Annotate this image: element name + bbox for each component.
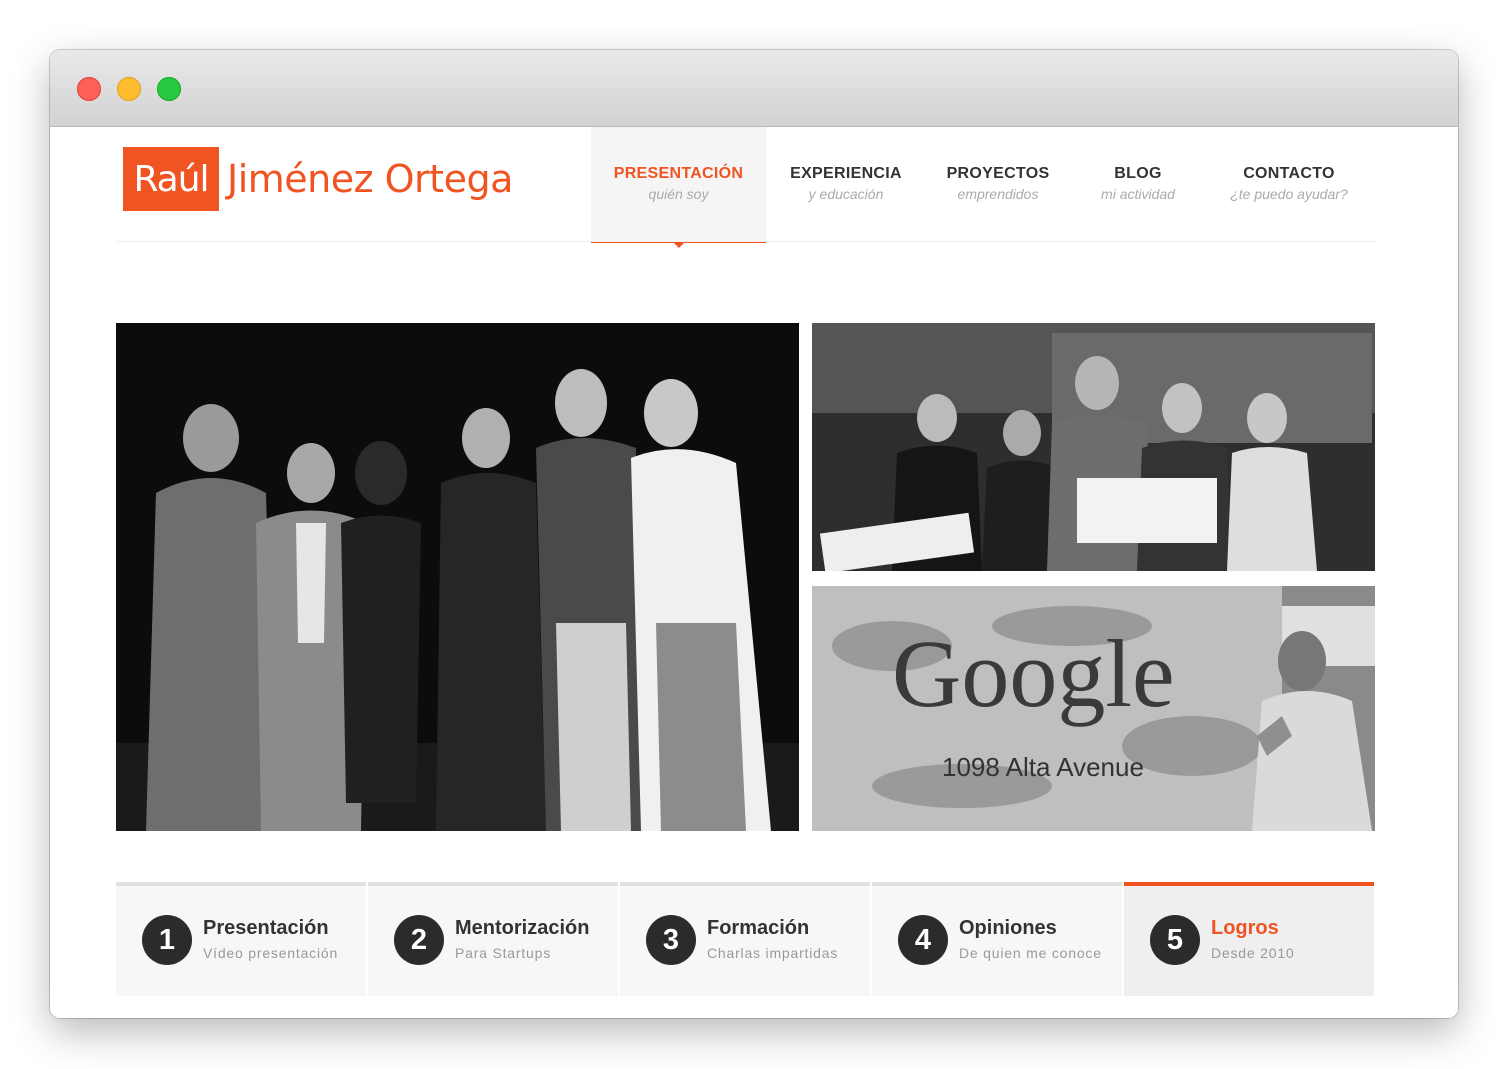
- tab-title: Opiniones: [959, 917, 1057, 939]
- tab-title: Logros: [1211, 917, 1279, 939]
- tab-title: Mentorización: [455, 917, 590, 939]
- nav-title: BLOG: [1114, 165, 1162, 182]
- google-sign-photo-image: Google 1098 Alta Avenue: [812, 586, 1375, 831]
- tab-subtitle: Desde 2010: [1211, 945, 1295, 961]
- close-dot[interactable]: [77, 77, 101, 101]
- nav-subtitle: mi actividad: [1101, 186, 1175, 202]
- site-logo[interactable]: Raúl Jiménez Ortega: [123, 147, 513, 211]
- nav-item-experiencia[interactable]: EXPERIENCIA y educación: [776, 127, 916, 241]
- tab-title: Presentación: [203, 917, 329, 939]
- tab-subtitle: Vídeo presentación: [203, 945, 339, 961]
- logo-surname: Jiménez Ortega: [227, 157, 513, 201]
- nav-title: EXPERIENCIA: [790, 165, 902, 182]
- nav-item-blog[interactable]: BLOG mi actividad: [1086, 127, 1190, 241]
- nav-title: PRESENTACIÓN: [613, 165, 744, 182]
- tab-subtitle: Para Startups: [455, 945, 551, 961]
- tab-subtitle: De quien me conoce: [959, 945, 1102, 961]
- tab-subtitle: Charlas impartidas: [707, 945, 839, 961]
- tab-presentacion[interactable]: 1 Presentación Vídeo presentación: [116, 882, 366, 996]
- page-content: Raúl Jiménez Ortega PRESENTACIÓN quién s…: [50, 127, 1458, 1018]
- browser-window: Raúl Jiménez Ortega PRESENTACIÓN quién s…: [50, 50, 1458, 1018]
- nav-subtitle: y educación: [808, 186, 884, 202]
- nav-subtitle: ¿te puedo ayudar?: [1230, 186, 1348, 202]
- google-address-text: 1098 Alta Avenue: [942, 752, 1144, 782]
- tab-number: 2: [394, 915, 444, 965]
- tab-mentorizacion[interactable]: 2 Mentorización Para Startups: [368, 882, 618, 996]
- title-bar: [50, 50, 1458, 127]
- tab-number: 5: [1150, 915, 1200, 965]
- nav-title: PROYECTOS: [946, 165, 1050, 182]
- minimize-dot[interactable]: [117, 77, 141, 101]
- logo-first-name: Raúl: [123, 147, 219, 211]
- header-divider: [116, 241, 1376, 242]
- nav-subtitle: emprendidos: [957, 186, 1039, 202]
- nav-title: CONTACTO: [1243, 165, 1335, 182]
- tab-number: 1: [142, 915, 192, 965]
- tab-number: 4: [898, 915, 948, 965]
- nav-subtitle: quién soy: [648, 186, 709, 202]
- prize-winners-photo-image: [812, 323, 1375, 571]
- group-award-photo[interactable]: [116, 323, 799, 831]
- group-award-photo-image: [116, 323, 799, 831]
- tab-formacion[interactable]: 3 Formación Charlas impartidas: [620, 882, 870, 996]
- presentation-tabs: 1 Presentación Vídeo presentación 2 Ment…: [116, 882, 1376, 996]
- tab-number: 3: [646, 915, 696, 965]
- nav-item-contacto[interactable]: CONTACTO ¿te puedo ayudar?: [1216, 127, 1362, 241]
- prize-winners-photo[interactable]: [812, 323, 1375, 571]
- zoom-dot[interactable]: [157, 77, 181, 101]
- tab-title: Formación: [707, 917, 810, 939]
- google-sign-photo[interactable]: Google 1098 Alta Avenue: [812, 586, 1375, 831]
- google-sign-text: Google: [892, 620, 1175, 727]
- nav-item-presentacion[interactable]: PRESENTACIÓN quién soy: [591, 127, 766, 248]
- tab-opiniones[interactable]: 4 Opiniones De quien me conoce: [872, 882, 1122, 996]
- tab-logros[interactable]: 5 Logros Desde 2010: [1124, 882, 1374, 996]
- nav-item-proyectos[interactable]: PROYECTOS emprendidos: [934, 127, 1062, 241]
